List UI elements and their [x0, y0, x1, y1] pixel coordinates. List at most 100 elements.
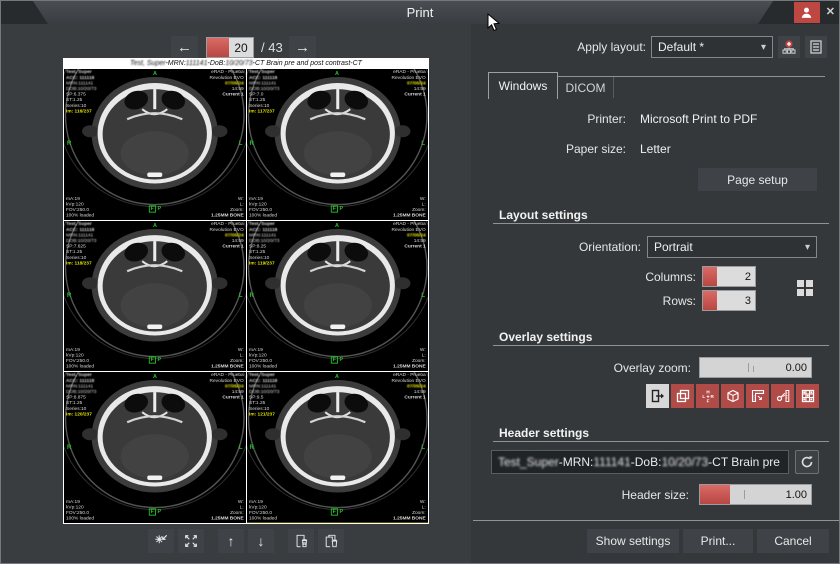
corner-ruler-button[interactable] — [746, 384, 769, 408]
orientation-marker-right: R — [250, 445, 254, 451]
columns-stepper[interactable]: 2 — [702, 266, 756, 287]
ct-cell[interactable]: Test, Super ACC: 111118 MRN:111141 DOB:1… — [247, 221, 429, 372]
scale-key-button[interactable] — [771, 384, 794, 408]
show-settings-button[interactable]: Show settings — [587, 529, 679, 553]
rows-stepper[interactable]: 3 — [702, 290, 756, 311]
add-layout-icon — [781, 39, 797, 55]
orientation-marker-feet-posterior: F P — [331, 205, 343, 212]
grid-table-button[interactable] — [796, 384, 819, 408]
orientation-marker-left: L — [239, 293, 243, 299]
ct-cell[interactable]: Test, Super ACC: 111118 MRN:111141 DOB:1… — [64, 372, 246, 523]
cell-overlay-top-left: Test, Super ACC: 111118 MRN:111141 DOB:1… — [249, 373, 279, 418]
auto-fit-button[interactable] — [148, 529, 174, 553]
svg-text:F: F — [706, 398, 709, 403]
move-page-down-button[interactable]: ↓ — [248, 529, 274, 553]
orientation-select[interactable]: Portrait ▾ — [647, 236, 817, 258]
layout-list-button[interactable] — [805, 36, 827, 58]
orientation-cube-button[interactable] — [721, 384, 744, 408]
cell-overlay-bottom-left: mA:19 kVp:120 FOV:250.0 100% loaded — [66, 500, 94, 522]
cell-overlay-bottom-left: mA:19 kVp:120 FOV:250.0 100% loaded — [66, 196, 94, 218]
support-button[interactable] — [794, 2, 820, 23]
close-button[interactable]: ✕ — [826, 2, 835, 23]
ct-cell[interactable]: Test, Super ACC: 111118 MRN:111141 DOB:1… — [247, 69, 429, 220]
fit-screen-button[interactable] — [178, 529, 204, 553]
export-overlay-icon — [651, 389, 665, 403]
page-setup-button[interactable]: Page setup — [698, 168, 817, 191]
overlay-zoom-label: Overlay zoom: — [551, 361, 691, 375]
save-layout-button[interactable] — [778, 36, 800, 58]
cube-icon — [726, 389, 740, 403]
stacked-overlay-button[interactable] — [671, 384, 694, 408]
ct-cell[interactable]: Test, Super ACC: 111118 MRN:111141 DOB:1… — [247, 372, 429, 523]
section-divider — [493, 223, 829, 224]
export-overlay-button[interactable] — [646, 384, 669, 408]
refresh-icon — [800, 455, 814, 469]
ct-cell[interactable]: Test, Super ACC: 111118 MRN:111141 DOB:1… — [64, 221, 246, 372]
corner-ruler-icon — [751, 389, 765, 403]
stacked-squares-icon — [676, 389, 690, 403]
cell-overlay-bottom-right: W: L: Zoom: 1.25MM BONE — [211, 196, 244, 218]
section-divider — [493, 441, 829, 442]
orientation-marker-feet-posterior: F P — [149, 357, 161, 364]
reset-header-button[interactable] — [795, 450, 819, 474]
orientation-marker-left: L — [239, 445, 243, 451]
orientation-marker-right: R — [250, 141, 254, 147]
paper-size-value: Letter — [640, 142, 671, 156]
section-divider — [493, 345, 829, 346]
tab-dicom[interactable]: DICOM — [558, 77, 614, 98]
cell-overlay-top-right: eRAD - Prueba Revolution EVO 07/05/24 14… — [209, 222, 243, 250]
orientation-marker-anterior: A — [335, 71, 339, 76]
auto-fit-icon — [154, 533, 168, 549]
next-page-button[interactable]: → — [289, 36, 316, 59]
cell-overlay-bottom-right: W: L: Zoom: 1.25MM BONE — [211, 348, 244, 370]
move-page-up-button[interactable]: ↑ — [218, 529, 244, 553]
orientation-value: Portrait — [654, 240, 693, 254]
printer-row: Printer: Microsoft Print to PDF — [481, 112, 829, 126]
orientation-marker-anterior: A — [335, 375, 339, 380]
overlay-zoom-slider[interactable]: 0.00 — [699, 357, 812, 378]
chevron-down-icon: ▾ — [805, 242, 810, 253]
ct-cell[interactable]: Test, Super ACC: 111118 MRN:111141 DOB:1… — [64, 69, 246, 220]
delete-all-pages-icon — [324, 533, 338, 549]
stepper-drag-handle[interactable] — [703, 267, 717, 286]
cancel-button[interactable]: Cancel — [757, 529, 829, 553]
cell-overlay-bottom-left: mA:19 kVp:120 FOV:250.0 100% loaded — [249, 196, 277, 218]
page-number-stepper[interactable]: 20 — [206, 37, 254, 58]
arrow-down-icon: ↓ — [258, 533, 265, 549]
orientation-letters-button[interactable]: HLRF — [696, 384, 719, 408]
header-text-input[interactable]: Test_Super-MRN:111141-DoB:10/20/73-CT Br… — [491, 450, 789, 474]
orientation-marker-left: L — [239, 141, 243, 147]
orientation-marker-feet-posterior: F P — [331, 357, 343, 364]
prev-page-button[interactable]: ← — [171, 36, 198, 59]
tab-windows[interactable]: Windows — [488, 72, 558, 99]
printer-value: Microsoft Print to PDF — [640, 112, 757, 126]
orientation-marker-anterior: A — [335, 223, 339, 228]
chevron-down-icon: ▾ — [761, 42, 766, 53]
cell-overlay-top-left: Test, Super ACC: 111118 MRN:111141 DOB:1… — [66, 373, 96, 418]
cell-overlay-top-right: eRAD - Prueba Revolution EVO 07/05/24 14… — [209, 373, 243, 401]
cell-overlay-top-left: Test, Super ACC: 111118 MRN:111141 DOB:1… — [249, 222, 279, 267]
cell-overlay-top-right: eRAD - Prueba Revolution EVO 07/05/24 14… — [392, 373, 426, 401]
stepper-drag-handle[interactable] — [207, 38, 229, 57]
layout-settings-title: Layout settings — [499, 208, 588, 222]
paper-size-label: Paper size: — [481, 142, 626, 156]
print-button[interactable]: Print... — [683, 529, 753, 553]
apply-layout-select[interactable]: Default * ▾ — [651, 36, 773, 58]
list-icon — [808, 39, 824, 55]
delete-all-pages-button[interactable] — [318, 529, 344, 553]
columns-label: Columns: — [556, 270, 696, 284]
orientation-marker-right: R — [250, 293, 254, 299]
svg-text:R: R — [710, 394, 714, 399]
person-icon — [800, 6, 813, 19]
titlebar: Print ✕ — [1, 1, 839, 24]
paper-size-row: Paper size: Letter — [481, 142, 829, 156]
header-size-slider[interactable]: 1.00 — [699, 484, 812, 505]
slider-fill[interactable] — [700, 485, 730, 504]
stepper-drag-handle[interactable] — [703, 291, 717, 310]
grid-layout-picker-button[interactable] — [793, 276, 817, 300]
preview-toolbar: ↑ ↓ — [63, 529, 429, 553]
delete-page-button[interactable] — [288, 529, 314, 553]
orientation-marker-right: R — [67, 293, 71, 299]
print-dialog: Print ✕ ← 20 / 43 → Test, Super-MRN:1111… — [0, 0, 840, 564]
preview-grid: Test, Super ACC: 111118 MRN:111141 DOB:1… — [63, 69, 429, 524]
